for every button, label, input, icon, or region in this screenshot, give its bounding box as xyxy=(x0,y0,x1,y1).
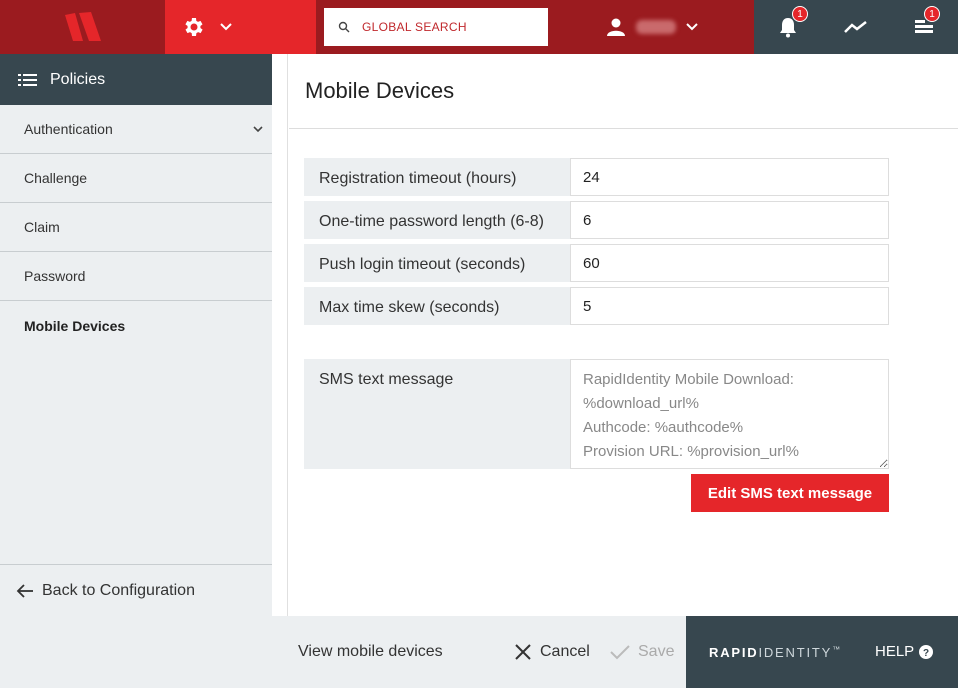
otp-length-row: One-time password length (6-8) xyxy=(304,201,889,239)
sidebar-item-label: Password xyxy=(24,268,86,284)
trending-icon xyxy=(844,21,867,33)
save-label: Save xyxy=(638,643,675,660)
sms-message-row: SMS text message xyxy=(304,359,889,469)
help-icon: ? xyxy=(919,644,934,659)
tasks-badge: 1 xyxy=(924,6,940,22)
close-icon xyxy=(515,644,531,660)
settings-menu-button[interactable] xyxy=(165,0,316,54)
back-label: Back to Configuration xyxy=(42,581,195,599)
field-label: Max time skew (seconds) xyxy=(304,287,570,325)
save-button[interactable]: Save xyxy=(610,616,674,688)
gear-icon xyxy=(185,18,203,36)
view-mobile-devices-link[interactable]: View mobile devices xyxy=(298,616,443,688)
title-divider xyxy=(289,128,958,129)
brand-footer: RAPIDIDENTITY™ HELP ? xyxy=(686,616,958,688)
notifications-button[interactable]: 1 xyxy=(758,0,818,54)
max-time-skew-input[interactable] xyxy=(570,287,889,325)
brand-logo: RAPIDIDENTITY™ xyxy=(709,645,842,660)
sidebar-item-label: Mobile Devices xyxy=(24,317,126,334)
svg-text:?: ? xyxy=(923,648,929,659)
help-label: HELP xyxy=(875,643,915,660)
page-title: Mobile Devices xyxy=(305,78,455,103)
sidebar: Policies Authentication Challenge Claim … xyxy=(0,54,272,616)
sidebar-header: Policies xyxy=(0,54,272,105)
activity-button[interactable] xyxy=(826,0,886,54)
field-label: Registration timeout (hours) xyxy=(304,158,570,196)
user-icon xyxy=(607,18,625,36)
app-logo[interactable] xyxy=(0,0,165,54)
search-input[interactable] xyxy=(362,20,532,34)
arrow-left-icon xyxy=(16,583,33,598)
sidebar-item-password[interactable]: Password xyxy=(0,252,272,301)
sidebar-item-authentication[interactable]: Authentication xyxy=(0,105,272,154)
global-search[interactable] xyxy=(324,8,548,46)
edit-sms-button[interactable]: Edit SMS text message xyxy=(691,474,889,512)
search-icon xyxy=(338,21,350,33)
chevron-down-icon xyxy=(253,126,263,133)
sidebar-item-mobile-devices[interactable]: Mobile Devices xyxy=(0,301,272,350)
main-content: Mobile Devices Registration timeout (hou… xyxy=(289,54,958,616)
check-icon xyxy=(610,645,630,660)
otp-length-input[interactable] xyxy=(570,201,889,239)
help-button[interactable]: HELP ? xyxy=(875,643,934,660)
sidebar-item-label: Challenge xyxy=(24,170,88,186)
list-icon xyxy=(18,73,37,86)
sidebar-item-label: Claim xyxy=(24,219,60,235)
push-login-timeout-row: Push login timeout (seconds) xyxy=(304,244,889,282)
chevron-down-icon xyxy=(220,23,232,31)
sidebar-item-label: Authentication xyxy=(24,121,113,137)
sms-message-textarea[interactable] xyxy=(570,359,889,469)
user-name-redacted xyxy=(636,20,676,34)
tasks-button[interactable]: 1 xyxy=(894,0,954,54)
bottom-action-bar: View mobile devices Cancel Save RAPIDIDE… xyxy=(0,616,958,688)
sidebar-title: Policies xyxy=(50,70,106,88)
cancel-button[interactable]: Cancel xyxy=(514,616,590,688)
max-time-skew-row: Max time skew (seconds) xyxy=(304,287,889,325)
header-actions: 1 1 xyxy=(754,0,958,54)
notification-badge: 1 xyxy=(792,6,808,22)
logo-icon xyxy=(64,12,101,41)
back-to-configuration-link[interactable]: Back to Configuration xyxy=(0,564,272,616)
push-login-timeout-input[interactable] xyxy=(570,244,889,282)
sidebar-item-challenge[interactable]: Challenge xyxy=(0,154,272,203)
sidebar-item-claim[interactable]: Claim xyxy=(0,203,272,252)
field-label: One-time password length (6-8) xyxy=(304,201,570,239)
field-label: Push login timeout (seconds) xyxy=(304,244,570,282)
field-label: SMS text message xyxy=(304,359,570,469)
chevron-down-icon xyxy=(686,23,698,31)
registration-timeout-input[interactable] xyxy=(570,158,889,196)
top-bar: 1 1 xyxy=(0,0,958,54)
sidebar-divider xyxy=(272,54,288,616)
cancel-label: Cancel xyxy=(540,643,590,660)
registration-timeout-row: Registration timeout (hours) xyxy=(304,158,889,196)
user-menu[interactable] xyxy=(606,0,716,54)
